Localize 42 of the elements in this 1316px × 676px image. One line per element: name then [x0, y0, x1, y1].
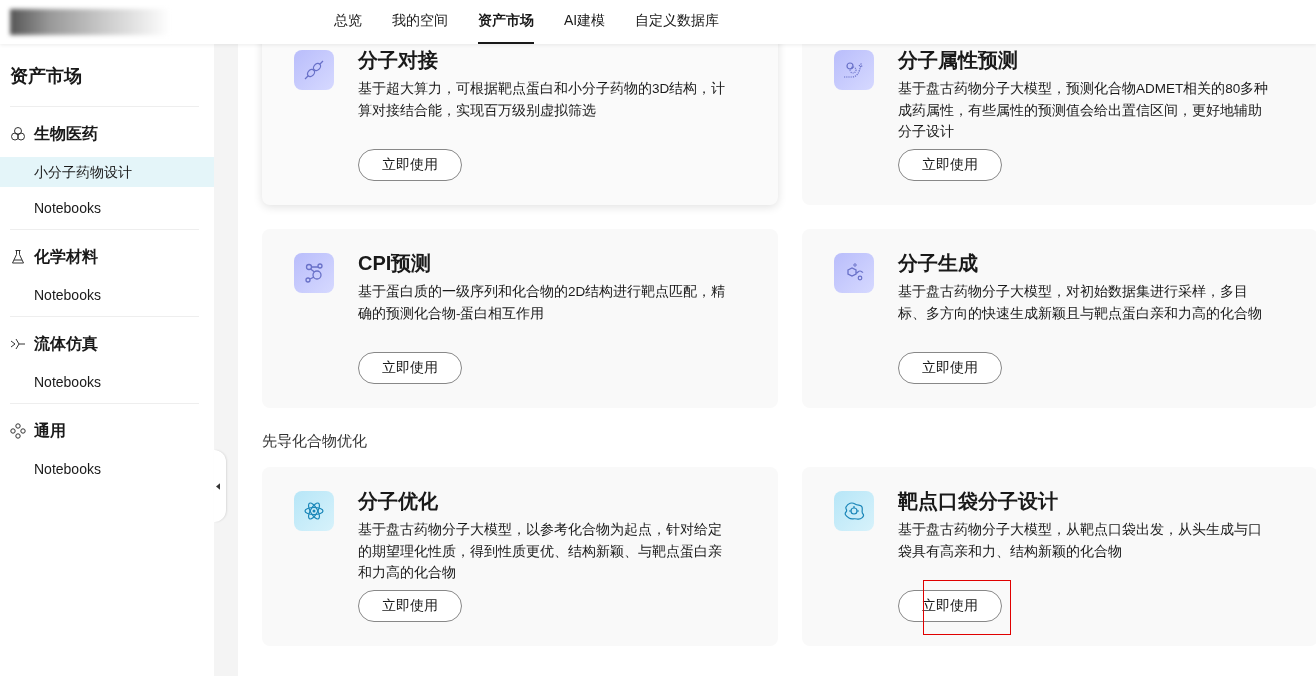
sidebar-item[interactable]: 小分子药物设计 — [0, 157, 214, 187]
pocket-shape-icon — [842, 499, 866, 523]
use-now-button[interactable]: 立即使用 — [358, 352, 462, 384]
sidebar-item[interactable]: Notebooks — [0, 454, 214, 484]
atom-icon — [302, 499, 326, 523]
category-heading: 化学材料 — [34, 246, 98, 267]
card-title: 分子生成 — [898, 251, 979, 276]
sidebar-item[interactable]: Notebooks — [0, 280, 214, 310]
card-title: 靶点口袋分子设计 — [898, 489, 1059, 514]
card-description: 基于盘古药物分子大模型，从靶点口袋出发，从头生成与口袋具有高亲和力、结构新颖的化合物 — [898, 521, 1263, 561]
flask-icon — [10, 249, 26, 265]
sidebar-title: 资产市场 — [10, 44, 199, 107]
caret-left-icon — [216, 482, 220, 490]
card-description: 基于蛋白质的一级序列和化合物的2D结构进行靶点匹配，精确的预测化合物-蛋白相互作用 — [358, 283, 727, 323]
card-title: 分子优化 — [358, 489, 439, 514]
card-description: 基于盘古药物分子大模型，预测化合物ADMET相关的80多种成药属性，有些属性的预测值会给出置信区间，更好地辅助分子设计 — [898, 80, 1270, 141]
section-heading: 先导化合物优化 — [262, 432, 368, 451]
card-title: 分子对接 — [358, 48, 439, 73]
use-now-button[interactable]: 立即使用 — [898, 352, 1002, 384]
card-description: 基于超大算力，可根据靶点蛋白和小分子药物的3D结构，计算对接结合能，实现百万级别虚拟筛选 — [358, 80, 727, 120]
card-description: 基于盘古药物分子大模型，以参考化合物为起点，针对给定的期望理化性质，得到性质更优、结构新颖、与靶点蛋白亲和力高的化合物 — [358, 521, 723, 582]
card-title: CPI预测 — [358, 251, 433, 276]
nav-tab[interactable]: AI建模 — [564, 0, 606, 44]
category-heading: 流体仿真 — [34, 333, 98, 354]
category-heading: 生物医药 — [34, 123, 98, 144]
airplane-icon — [10, 336, 26, 352]
link-icon — [302, 58, 326, 82]
nav-tab[interactable]: 自定义数据库 — [635, 0, 720, 44]
card-title: 分子属性预测 — [898, 48, 1019, 73]
use-now-button[interactable]: 立即使用 — [358, 149, 462, 181]
category-heading: 通用 — [34, 420, 66, 441]
sidebar-item[interactable]: Notebooks — [0, 193, 214, 223]
nodes-icon — [10, 423, 26, 439]
use-now-button[interactable]: 立即使用 — [898, 149, 1002, 181]
card-description: 基于盘古药物分子大模型，对初始数据集进行采样，多目标、多方向的快速生成新颖且与靶点蛋白亲和力高的化合物 — [898, 283, 1263, 323]
nav-tab[interactable]: 总览 — [334, 0, 362, 44]
network-icon — [302, 261, 326, 285]
collapse-handle[interactable] — [214, 450, 226, 522]
use-now-button[interactable]: 立即使用 — [358, 590, 462, 622]
nav-tab[interactable]: 我的空间 — [392, 0, 448, 44]
cells-icon — [10, 126, 26, 142]
sidebar-item[interactable]: Notebooks — [0, 367, 214, 397]
